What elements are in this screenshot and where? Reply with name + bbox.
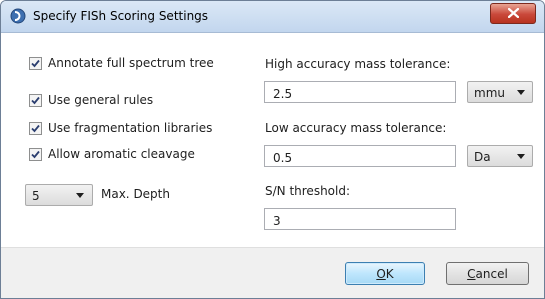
max-depth-dropdown[interactable]: 5 xyxy=(25,184,93,206)
chevron-down-icon xyxy=(517,90,525,95)
app-icon xyxy=(10,8,26,24)
low-accuracy-label: Low accuracy mass tolerance: xyxy=(265,121,447,135)
cancel-label-rest: ancel xyxy=(475,266,508,281)
sn-threshold-label: S/N threshold: xyxy=(265,184,351,198)
checkbox-box[interactable] xyxy=(29,56,42,70)
allow-aromatic-cleavage-checkbox[interactable]: Allow aromatic cleavage xyxy=(29,147,195,161)
checkmark-icon xyxy=(31,59,40,67)
checkbox-box[interactable] xyxy=(29,121,42,135)
cancel-mnemonic: C xyxy=(467,266,476,281)
button-bar: OK Cancel xyxy=(1,247,544,298)
use-fragmentation-libraries-checkbox[interactable]: Use fragmentation libraries xyxy=(29,121,212,135)
ok-label-rest: K xyxy=(385,266,394,281)
ok-button[interactable]: OK xyxy=(345,262,425,285)
close-button[interactable] xyxy=(490,3,536,24)
low-accuracy-input[interactable]: 0.5 xyxy=(264,145,456,167)
window-title: Specify FISh Scoring Settings xyxy=(33,9,209,23)
low-accuracy-unit-dropdown[interactable]: Da xyxy=(467,145,533,167)
title-bar: Specify FISh Scoring Settings xyxy=(1,1,544,33)
dialog-window: Specify FISh Scoring Settings Annotate f… xyxy=(0,0,545,299)
max-depth-label: Max. Depth xyxy=(101,187,170,201)
checkbox-label: Annotate full spectrum tree xyxy=(48,56,214,70)
checkmark-icon xyxy=(31,150,40,158)
cancel-button[interactable]: Cancel xyxy=(446,262,529,285)
chevron-down-icon xyxy=(76,193,84,198)
checkbox-label: Use fragmentation libraries xyxy=(48,121,213,135)
ok-mnemonic: O xyxy=(376,266,386,281)
max-depth-value: 5 xyxy=(32,189,40,203)
sn-threshold-input[interactable]: 3 xyxy=(264,208,456,230)
close-icon xyxy=(507,7,519,21)
high-accuracy-input[interactable]: 2.5 xyxy=(264,81,456,103)
settings-panel: Annotate full spectrum tree Use general … xyxy=(1,33,544,246)
checkmark-icon xyxy=(31,124,40,132)
high-accuracy-unit-value: mmu xyxy=(474,86,505,100)
checkbox-box[interactable] xyxy=(29,93,42,107)
checkbox-label: Use general rules xyxy=(48,93,154,107)
high-accuracy-label: High accuracy mass tolerance: xyxy=(265,57,451,71)
checkbox-box[interactable] xyxy=(29,147,42,161)
low-accuracy-unit-value: Da xyxy=(474,150,491,164)
checkbox-label: Allow aromatic cleavage xyxy=(48,147,195,161)
annotate-full-spectrum-tree-checkbox[interactable]: Annotate full spectrum tree xyxy=(29,56,214,70)
checkmark-icon xyxy=(31,96,40,104)
high-accuracy-unit-dropdown[interactable]: mmu xyxy=(467,81,533,103)
chevron-down-icon xyxy=(517,154,525,159)
use-general-rules-checkbox[interactable]: Use general rules xyxy=(29,93,153,107)
